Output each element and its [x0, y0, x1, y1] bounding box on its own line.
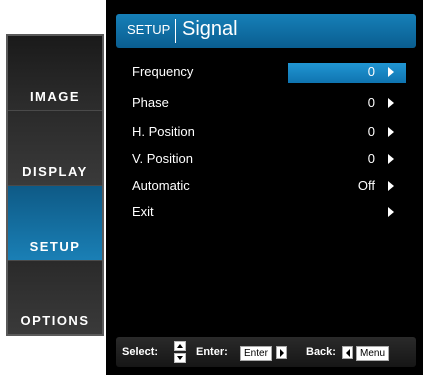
menu-item-label: V. Position	[132, 151, 193, 166]
right-arrow-key-icon	[276, 346, 287, 359]
chevron-right-icon[interactable]	[388, 181, 394, 191]
tab-column: IMAGE DISPLAY SETUP OPTIONS	[6, 34, 104, 336]
up-down-keys-icon	[174, 341, 186, 363]
tab-display[interactable]: DISPLAY	[8, 110, 102, 185]
header-divider	[175, 19, 176, 43]
tab-image[interactable]: IMAGE	[8, 36, 102, 110]
enter-label: Enter:	[196, 346, 228, 358]
menu-item-label: Exit	[132, 204, 154, 219]
menu-item-automatic[interactable]: Automatic Off	[106, 174, 423, 198]
menu-item-exit[interactable]: Exit	[106, 200, 423, 224]
left-arrow-key-icon	[342, 346, 353, 359]
chevron-right-icon[interactable]	[388, 154, 394, 164]
chevron-right-icon[interactable]	[388, 98, 394, 108]
menu-panel: SETUP Signal Frequency 0 Phase 0 H. Posi…	[106, 0, 423, 375]
menu-item-value: 0	[367, 95, 375, 110]
page-title: Signal	[182, 18, 238, 40]
menu-item-phase[interactable]: Phase 0	[106, 91, 423, 115]
tab-image-label: IMAGE	[29, 89, 81, 104]
menu-item-value: Off	[357, 178, 375, 193]
tab-display-label: DISPLAY	[22, 164, 88, 179]
menu-item-label: Frequency	[132, 64, 194, 79]
menu-key: Menu	[356, 346, 390, 361]
back-label: Back:	[306, 346, 336, 358]
select-label: Select:	[122, 346, 159, 358]
menu-item-label: Phase	[132, 95, 169, 110]
menu-item-value: 0	[367, 151, 375, 166]
menu-item-value: 0	[367, 124, 375, 139]
menu-item-label: Automatic	[132, 178, 190, 193]
chevron-right-icon[interactable]	[388, 207, 394, 217]
menu-item-frequency[interactable]: Frequency 0	[106, 60, 423, 84]
menu-item-v-position[interactable]: V. Position 0	[106, 147, 423, 171]
header-section: SETUP	[127, 22, 171, 37]
enter-key: Enter	[240, 346, 272, 361]
tab-options[interactable]: OPTIONS	[8, 260, 102, 334]
chevron-right-icon[interactable]	[388, 127, 394, 137]
chevron-right-icon[interactable]	[388, 67, 394, 77]
menu-item-label: H. Position	[132, 124, 195, 139]
tab-setup-label: SETUP	[29, 239, 81, 254]
menu-item-h-position[interactable]: H. Position 0	[106, 120, 423, 144]
tab-setup[interactable]: SETUP	[8, 185, 102, 260]
menu-header: SETUP Signal	[116, 14, 416, 48]
tab-options-label: OPTIONS	[20, 313, 90, 328]
menu-item-value: 0	[367, 64, 375, 79]
help-bar: Select: Enter: Enter Back: Menu	[116, 337, 416, 367]
